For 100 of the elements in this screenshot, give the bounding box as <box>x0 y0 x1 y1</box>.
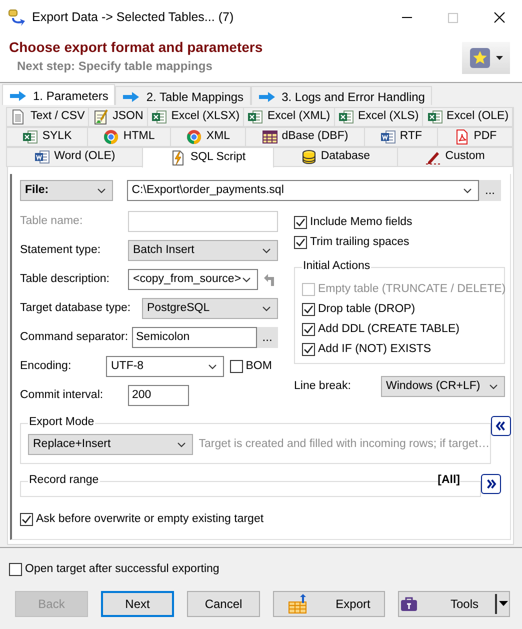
document-icon <box>34 149 50 165</box>
favorites-button[interactable] <box>462 42 510 74</box>
chevron-down-icon <box>97 188 106 194</box>
chevron-down-icon <box>177 442 186 448</box>
chevron-down-icon <box>262 306 271 312</box>
chevron-down-icon <box>242 276 251 282</box>
collapse-button[interactable] <box>490 416 511 436</box>
app-icon <box>8 8 26 26</box>
checkbox-label: Open target after successful exporting <box>25 563 220 577</box>
checkbox-label: Ask before overwrite or empty existing target <box>36 513 264 527</box>
notepad-icon <box>92 109 109 125</box>
chevron-down-icon <box>208 364 217 370</box>
maximize-icon <box>448 12 458 22</box>
checkbox[interactable] <box>302 343 315 356</box>
export-icon <box>288 594 308 614</box>
toolbox-icon <box>400 596 418 612</box>
document-icon <box>10 109 26 125</box>
dropdown[interactable]: UTF-8 <box>106 356 224 377</box>
wizard-tab[interactable]: 3. Logs and Error Handling <box>250 86 432 105</box>
database-icon <box>300 149 317 165</box>
page-heading: Choose export format and parameters <box>9 39 264 56</box>
close-icon <box>494 12 504 23</box>
browse-button[interactable]: ... <box>256 327 278 348</box>
dropdown[interactable]: PostgreSQL <box>142 298 278 319</box>
arrow-icon <box>258 92 276 102</box>
script-icon <box>170 150 186 166</box>
format-tab[interactable]: SYLK <box>6 127 88 147</box>
pdf-icon <box>454 129 470 145</box>
window-title: Export Data -> Selected Tables... (7) <box>32 10 235 25</box>
group-title: Export Mode <box>28 416 96 430</box>
browse-button[interactable]: ... <box>479 180 501 201</box>
wizard-tab[interactable]: 1. Parameters <box>2 84 116 105</box>
field-label: Commit interval: <box>20 388 104 402</box>
dialog-button[interactable]: Tools <box>398 590 510 617</box>
wizard-tab[interactable]: 2. Table Mappings <box>115 86 251 105</box>
format-tab[interactable]: Excel (XML) <box>243 107 335 127</box>
format-tab[interactable]: XML <box>170 127 246 147</box>
checkbox[interactable] <box>294 216 307 229</box>
mode-description: Target is created and filled with incoming rows; if target… <box>198 438 490 452</box>
file-mode-dropdown[interactable]: File: <box>20 180 113 201</box>
spreadsheet-icon <box>426 109 443 125</box>
checkbox-label: Drop table (DROP) <box>318 302 416 316</box>
format-tab[interactable]: JSON <box>88 107 148 127</box>
dialog-button[interactable]: Export <box>273 590 385 617</box>
checkbox[interactable] <box>294 236 307 249</box>
format-tab[interactable]: Text / CSV <box>6 107 90 127</box>
spreadsheet-icon <box>22 129 38 145</box>
format-tab[interactable]: Database <box>272 147 398 167</box>
spreadsheet-icon <box>338 109 354 125</box>
chevron-down-icon <box>489 384 498 390</box>
checkbox-label: Add IF (NOT) EXISTS <box>318 342 432 356</box>
arrow-icon <box>9 91 27 101</box>
checkbox-label: BOM <box>246 360 272 374</box>
input-field[interactable]: 200 <box>128 385 189 406</box>
group-title: Record range <box>28 474 100 488</box>
checkbox-label: Empty table (TRUNCATE / DELETE) <box>318 282 506 296</box>
dropdown[interactable]: Replace+Insert <box>28 434 193 455</box>
chevron-down-icon <box>463 188 472 194</box>
format-tab[interactable]: Custom <box>397 147 513 167</box>
checkbox-label: Trim trailing spaces <box>310 236 410 250</box>
input-field[interactable]: Semicolon <box>132 327 257 348</box>
dropdown[interactable]: Windows (CR+LF) <box>381 376 505 397</box>
expand-button[interactable] <box>481 474 501 494</box>
format-tab[interactable]: Word (OLE) <box>6 147 144 167</box>
minimize-icon <box>402 17 412 18</box>
spreadsheet-icon <box>247 109 264 125</box>
format-tab[interactable]: dBase (DBF) <box>245 127 365 147</box>
dialog-button[interactable]: Next <box>101 590 174 617</box>
field-label: Table description: <box>20 272 110 286</box>
field-label: Encoding: <box>20 360 72 374</box>
checkbox[interactable] <box>302 303 315 316</box>
field-label: Table name: <box>20 214 84 228</box>
file-path-dropdown[interactable]: C:\Export\order_payments.sql <box>126 180 479 201</box>
checkbox[interactable] <box>230 360 243 373</box>
format-tab[interactable]: RTF <box>364 127 438 147</box>
chevron-down-icon <box>262 248 271 254</box>
globe-icon <box>103 129 120 145</box>
input-field[interactable] <box>128 211 278 232</box>
format-tab[interactable]: PDF <box>437 127 514 147</box>
revert-icon[interactable] <box>264 274 274 286</box>
field-label: Target database type: <box>20 302 132 316</box>
caret-icon <box>496 56 503 60</box>
format-tab[interactable]: SQL Script <box>142 147 274 168</box>
checkbox[interactable] <box>302 323 315 336</box>
format-tab[interactable]: Excel (XLS) <box>334 107 424 127</box>
pencil-icon <box>425 149 442 165</box>
field-label: Command separator: <box>20 330 130 344</box>
range-value: [All] <box>438 474 460 488</box>
checkbox[interactable] <box>20 513 33 526</box>
caret-icon <box>498 601 508 606</box>
dropdown[interactable]: <copy_from_source> <box>128 269 258 290</box>
next-step-text: Next step: Specify table mappings <box>17 58 214 74</box>
format-tab[interactable]: Excel (XLSX) <box>146 107 244 127</box>
format-tab[interactable]: HTML <box>87 127 172 147</box>
format-tab[interactable]: Excel (OLE) <box>422 107 513 127</box>
dialog-button[interactable]: Cancel <box>187 590 260 617</box>
field-label: Line break: <box>294 380 352 394</box>
dropdown[interactable]: Batch Insert <box>128 240 278 261</box>
field-label: Statement type: <box>20 244 102 258</box>
checkbox[interactable] <box>9 563 22 576</box>
